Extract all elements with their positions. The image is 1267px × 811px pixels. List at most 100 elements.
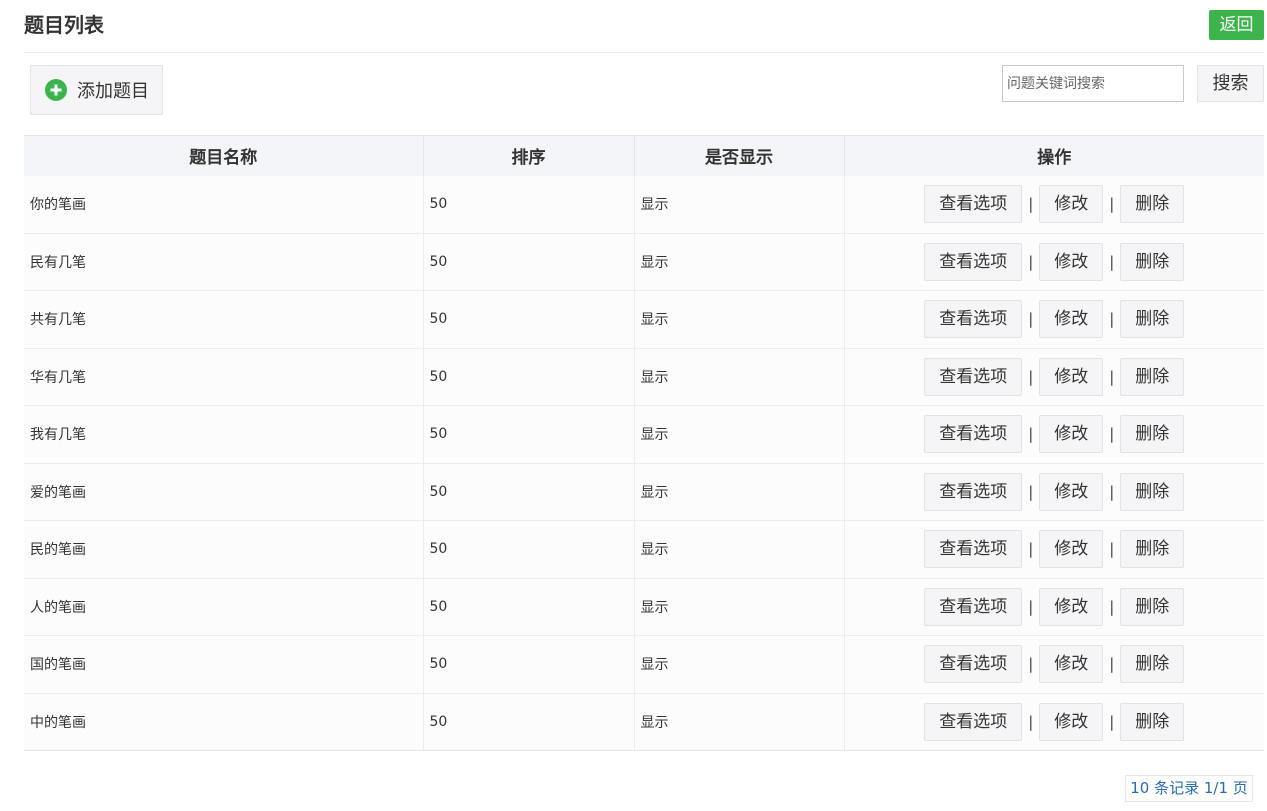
order-cell: 50 [423, 290, 635, 349]
actions-cell: 查看选项 | 修改 | 删除 [844, 693, 1264, 751]
question-name-cell: 国的笔画 [24, 635, 424, 694]
action-separator: | [1028, 655, 1034, 674]
view-options-button[interactable]: 查看选项 [924, 645, 1023, 684]
table-row: 民有几笔 50 显示 查看选项 | 修改 | 删除 [24, 233, 1264, 291]
display-status-cell: 显示 [634, 348, 845, 406]
edit-button[interactable]: 修改 [1039, 357, 1104, 396]
question-name-cell: 人的笔画 [24, 578, 424, 636]
question-name-cell: 爱的笔画 [24, 463, 424, 521]
action-separator: | [1028, 482, 1034, 501]
order-cell: 50 [423, 635, 635, 694]
order-cell: 50 [423, 693, 635, 751]
edit-button[interactable]: 修改 [1039, 645, 1104, 684]
column-header-actions: 操作 [844, 135, 1264, 176]
add-question-label: 添加题目 [77, 81, 149, 102]
delete-button[interactable]: 删除 [1120, 702, 1185, 741]
search-input[interactable] [1002, 65, 1184, 102]
table-row: 国的笔画 50 显示 查看选项 | 修改 | 删除 [24, 635, 1264, 694]
table-row: 人的笔画 50 显示 查看选项 | 修改 | 删除 [24, 578, 1264, 636]
action-separator: | [1109, 655, 1115, 674]
action-separator: | [1028, 367, 1034, 386]
delete-button[interactable]: 删除 [1120, 242, 1185, 281]
display-status-cell: 显示 [634, 520, 845, 579]
actions-cell: 查看选项 | 修改 | 删除 [844, 463, 1264, 521]
edit-button[interactable]: 修改 [1039, 530, 1104, 569]
table-body: 你的笔画 50 显示 查看选项 | 修改 | 删除 民有几笔 50 显示 查看选项 | 修改 | 删除 共有几笔… [24, 175, 1264, 751]
action-separator: | [1109, 195, 1115, 213]
edit-button[interactable]: 修改 [1039, 415, 1104, 454]
display-status-cell: 显示 [634, 635, 845, 694]
action-separator: | [1028, 310, 1034, 329]
table-row: 爱的笔画 50 显示 查看选项 | 修改 | 删除 [24, 463, 1264, 521]
action-separator: | [1028, 712, 1034, 731]
column-header-name: 题目名称 [24, 135, 424, 176]
action-separator: | [1028, 195, 1034, 213]
actions-cell: 查看选项 | 修改 | 删除 [844, 578, 1264, 636]
actions-cell: 查看选项 | 修改 | 删除 [844, 405, 1264, 464]
action-separator: | [1109, 310, 1115, 329]
actions-cell: 查看选项 | 修改 | 删除 [844, 348, 1264, 406]
edit-button[interactable]: 修改 [1039, 472, 1104, 511]
view-options-button[interactable]: 查看选项 [924, 587, 1023, 626]
view-options-button[interactable]: 查看选项 [924, 242, 1023, 281]
edit-button[interactable]: 修改 [1039, 587, 1104, 626]
view-options-button[interactable]: 查看选项 [924, 472, 1023, 511]
pagination-summary: 10 条记录 1/1 页 [1125, 775, 1253, 802]
question-name-cell: 民有几笔 [24, 233, 424, 291]
delete-button[interactable]: 删除 [1120, 472, 1185, 511]
delete-button[interactable]: 删除 [1120, 300, 1185, 339]
action-separator: | [1028, 540, 1034, 559]
question-name-cell: 共有几笔 [24, 290, 424, 349]
order-cell: 50 [423, 520, 635, 579]
view-options-button[interactable]: 查看选项 [924, 702, 1023, 741]
edit-button[interactable]: 修改 [1039, 702, 1104, 741]
display-status-cell: 显示 [634, 578, 845, 636]
back-button[interactable]: 返回 [1209, 10, 1264, 40]
actions-cell: 查看选项 | 修改 | 删除 [844, 290, 1264, 349]
action-separator: | [1109, 482, 1115, 501]
order-cell: 50 [423, 348, 635, 406]
order-cell: 50 [423, 463, 635, 521]
action-separator: | [1028, 597, 1034, 616]
actions-cell: 查看选项 | 修改 | 删除 [844, 175, 1264, 234]
delete-button[interactable]: 删除 [1120, 645, 1185, 684]
table-row: 我有几笔 50 显示 查看选项 | 修改 | 删除 [24, 405, 1264, 464]
delete-button[interactable]: 删除 [1120, 415, 1185, 454]
question-name-cell: 民的笔画 [24, 520, 424, 579]
action-separator: | [1109, 712, 1115, 731]
view-options-button[interactable]: 查看选项 [924, 185, 1023, 223]
table-row: 你的笔画 50 显示 查看选项 | 修改 | 删除 [24, 175, 1264, 234]
action-separator: | [1109, 252, 1115, 271]
question-table: 题目名称 排序 是否显示 操作 你的笔画 50 显示 查看选项 | 修改 | 删除 民有几笔 50… [24, 135, 1264, 751]
action-separator: | [1109, 425, 1115, 444]
action-separator: | [1109, 367, 1115, 386]
question-name-cell: 华有几笔 [24, 348, 424, 406]
question-name-cell: 我有几笔 [24, 405, 424, 464]
edit-button[interactable]: 修改 [1039, 242, 1104, 281]
order-cell: 50 [423, 233, 635, 291]
action-separator: | [1109, 540, 1115, 559]
delete-button[interactable]: 删除 [1120, 185, 1185, 223]
action-separator: | [1028, 425, 1034, 444]
view-options-button[interactable]: 查看选项 [924, 300, 1023, 339]
add-question-button[interactable]: 添加题目 [30, 65, 163, 115]
search-button[interactable]: 搜索 [1197, 65, 1264, 102]
table-row: 华有几笔 50 显示 查看选项 | 修改 | 删除 [24, 348, 1264, 406]
view-options-button[interactable]: 查看选项 [924, 357, 1023, 396]
delete-button[interactable]: 删除 [1120, 357, 1185, 396]
edit-button[interactable]: 修改 [1039, 300, 1104, 339]
question-name-cell: 中的笔画 [24, 693, 424, 751]
display-status-cell: 显示 [634, 175, 845, 234]
display-status-cell: 显示 [634, 290, 845, 349]
edit-button[interactable]: 修改 [1039, 185, 1104, 223]
display-status-cell: 显示 [634, 405, 845, 464]
delete-button[interactable]: 删除 [1120, 587, 1185, 626]
view-options-button[interactable]: 查看选项 [924, 530, 1023, 569]
order-cell: 50 [423, 175, 635, 234]
order-cell: 50 [423, 578, 635, 636]
column-header-order: 排序 [423, 135, 635, 176]
table-row: 民的笔画 50 显示 查看选项 | 修改 | 删除 [24, 520, 1264, 579]
view-options-button[interactable]: 查看选项 [924, 415, 1023, 454]
question-name-cell: 你的笔画 [24, 175, 424, 234]
delete-button[interactable]: 删除 [1120, 530, 1185, 569]
